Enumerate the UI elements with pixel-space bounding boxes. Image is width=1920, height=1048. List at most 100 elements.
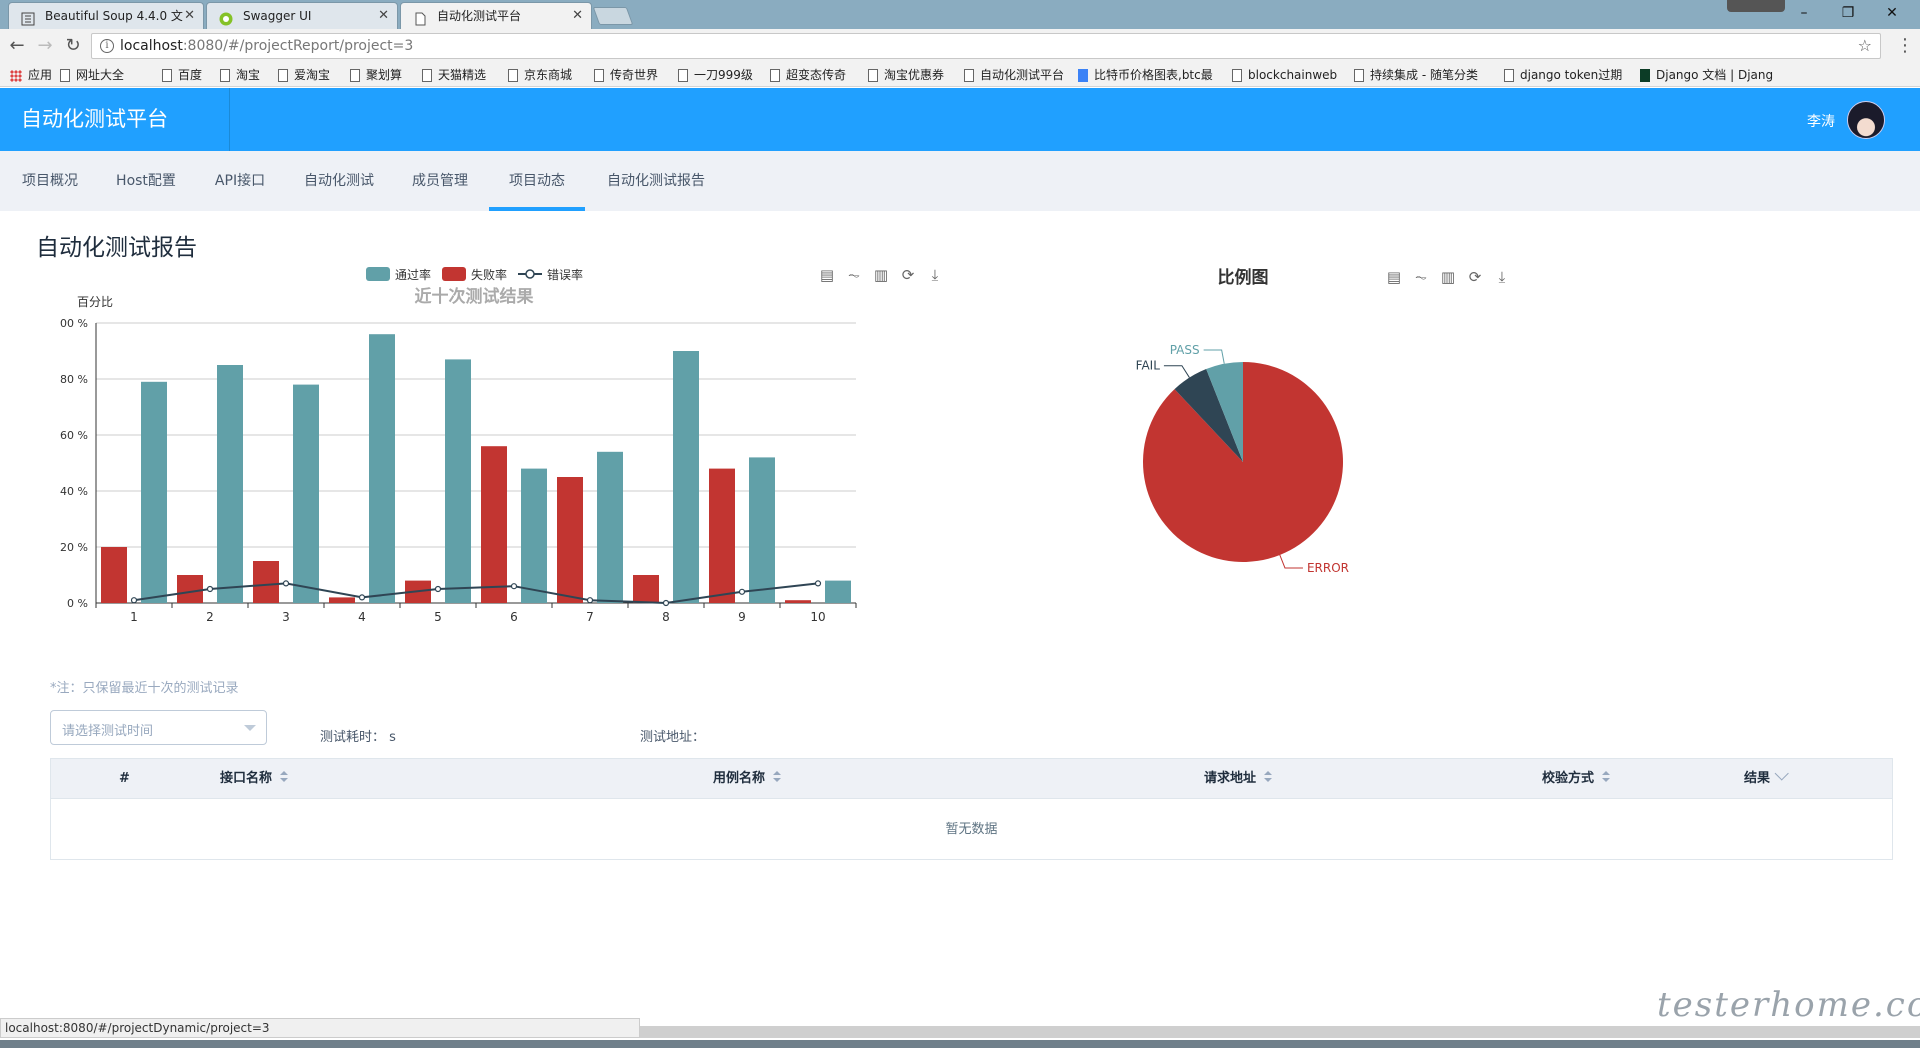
tab-project-dynamic[interactable]: 项目动态: [489, 151, 585, 211]
col-api-name[interactable]: 接口名称: [220, 759, 289, 799]
address-bar[interactable]: i localhost:8080/#/projectReport/project…: [91, 33, 1881, 59]
error-rate-point: [510, 583, 518, 590]
download-icon[interactable]: ⤓: [926, 266, 944, 284]
col-case-name[interactable]: 用例名称: [713, 759, 782, 799]
tab-members[interactable]: 成员管理: [410, 151, 470, 211]
bookmark-item[interactable]: 淘宝优惠券: [866, 67, 944, 84]
profile-icon[interactable]: [1727, 0, 1785, 12]
bookmark-item[interactable]: 持续集成 - 随笔分类: [1352, 67, 1478, 84]
sort-icon[interactable]: [1602, 771, 1611, 783]
pass-rate-bar: [673, 351, 699, 603]
retention-note: *注：只保留最近十次的测试记录: [50, 681, 239, 696]
bookmark-item[interactable]: 比特币价格图表,btc最: [1076, 67, 1213, 84]
bookmark-item[interactable]: 天猫精选: [420, 67, 486, 84]
restore-icon[interactable]: ⟳: [1466, 268, 1484, 286]
line-chart-icon[interactable]: ⏦: [1412, 268, 1430, 286]
menu-icon[interactable]: ⋮: [1896, 35, 1914, 57]
reload-icon[interactable]: ↻: [62, 35, 84, 57]
line-chart-icon[interactable]: ⏦: [845, 266, 863, 284]
data-view-icon[interactable]: ▤: [1385, 268, 1403, 286]
bar-chart-icon[interactable]: ▥: [872, 266, 890, 284]
url-text: localhost:8080/#/projectReport/project=3: [120, 38, 414, 54]
avatar[interactable]: [1847, 101, 1885, 139]
bookmark-item[interactable]: 网址大全: [58, 67, 124, 84]
bookmark-item[interactable]: 百度: [160, 67, 202, 84]
close-icon[interactable]: ✕: [184, 3, 195, 29]
bookmark-item[interactable]: 一刀999级: [676, 67, 753, 84]
sort-icon[interactable]: [1264, 771, 1273, 783]
browser-tab-beautifulsoup[interactable]: Beautiful Soup 4.4.0 文 ✕: [8, 2, 204, 29]
x-tick-label: 1: [130, 610, 138, 624]
pie-label-line: [1163, 365, 1190, 378]
y-axis-label: 百分比: [77, 295, 113, 309]
close-icon[interactable]: ✕: [572, 3, 583, 29]
bookmark-item[interactable]: 京东商城: [506, 67, 572, 84]
horizontal-scrollbar[interactable]: [640, 1026, 1920, 1038]
error-rate-point: [130, 597, 138, 604]
test-time-select[interactable]: 请选择测试时间: [50, 710, 267, 745]
bookmark-star-icon[interactable]: ☆: [1858, 36, 1872, 55]
pass-rate-bar: [521, 468, 547, 603]
download-icon[interactable]: ⤓: [1493, 268, 1511, 286]
restore-icon[interactable]: ⟳: [899, 266, 917, 284]
new-tab-button[interactable]: [592, 7, 634, 25]
bookmark-item[interactable]: 淘宝: [218, 67, 260, 84]
bar-chart-icon[interactable]: ▥: [1439, 268, 1457, 286]
bookmark-apps[interactable]: 应用: [10, 67, 52, 84]
bookmark-item[interactable]: blockchainweb: [1230, 67, 1337, 84]
pie-label: FAIL: [1136, 359, 1161, 373]
bookmark-item[interactable]: 爱淘宝: [276, 67, 330, 84]
tab-test-report[interactable]: 自动化测试报告: [604, 151, 708, 211]
y-tick-label: 20 %: [60, 541, 88, 554]
duration-info: 测试耗时： s: [320, 726, 396, 745]
restore-icon[interactable]: ❐: [1826, 2, 1870, 24]
x-tick-label: 5: [434, 610, 442, 624]
browser-toolbar: ← → ↻ i localhost:8080/#/projectReport/p…: [0, 29, 1920, 64]
browser-tab-active[interactable]: 自动化测试平台 ✕: [400, 2, 592, 29]
back-icon[interactable]: ←: [6, 35, 28, 57]
bookmark-item[interactable]: 聚划算: [348, 67, 402, 84]
ratio-chart: 比例图 ERROR FAIL PASS ▤ ⏦ ▥ ⟳ ⤓: [1080, 260, 1580, 590]
col-index: #: [119, 771, 130, 786]
tab-api[interactable]: API接口: [212, 151, 268, 211]
bookmark-item[interactable]: 传奇世界: [592, 67, 658, 84]
empty-text: 暂无数据: [945, 822, 998, 837]
chevron-down-icon[interactable]: [1774, 766, 1789, 781]
duration-label: 测试耗时：: [320, 730, 386, 745]
col-result[interactable]: 结果: [1744, 759, 1789, 799]
page-icon: [868, 69, 878, 82]
data-view-icon[interactable]: ▤: [818, 266, 836, 284]
tab-overview[interactable]: 项目概况: [20, 151, 80, 211]
page-icon: [350, 69, 360, 82]
minimize-icon[interactable]: –: [1782, 2, 1826, 24]
bookmark-item[interactable]: 自动化测试平台: [962, 67, 1064, 84]
bookmark-item[interactable]: 超变态传奇: [768, 67, 846, 84]
col-request-url[interactable]: 请求地址: [1204, 759, 1273, 799]
bookmark-item[interactable]: Django 文档 | Djang: [1638, 67, 1773, 84]
pass-rate-bar: [597, 451, 623, 603]
bookmark-item[interactable]: django token过期: [1502, 67, 1622, 84]
col-check-method[interactable]: 校验方式: [1542, 759, 1611, 799]
taskbar: [0, 1040, 1920, 1048]
window-close-icon[interactable]: ✕: [1870, 2, 1914, 24]
sort-icon[interactable]: [773, 771, 782, 783]
sort-icon[interactable]: [280, 771, 289, 783]
y-tick-label: 0 %: [67, 597, 88, 610]
browser-tab-swagger[interactable]: Swagger UI ✕: [206, 2, 398, 29]
close-icon[interactable]: ✕: [378, 3, 389, 29]
pie-label-line: [1203, 349, 1225, 364]
pass-rate-bar: [141, 381, 167, 603]
app-title[interactable]: 自动化测试平台: [0, 88, 230, 151]
info-icon[interactable]: i: [100, 39, 114, 53]
tab-auto-test[interactable]: 自动化测试: [302, 151, 376, 211]
user-name[interactable]: 李涛: [1807, 111, 1835, 131]
doc-icon: [21, 9, 35, 26]
browser-tabstrip: Beautiful Soup 4.4.0 文 ✕ Swagger UI ✕ 自动…: [0, 0, 1920, 29]
page-icon: [413, 9, 427, 26]
app-header: 自动化测试平台 李涛: [0, 88, 1920, 151]
error-rate-point: [738, 588, 746, 595]
tab-title: Beautiful Soup 4.4.0 文: [45, 9, 183, 23]
swagger-icon: [219, 9, 233, 26]
tab-host-config[interactable]: Host配置: [114, 151, 178, 211]
forward-icon[interactable]: →: [34, 35, 56, 57]
